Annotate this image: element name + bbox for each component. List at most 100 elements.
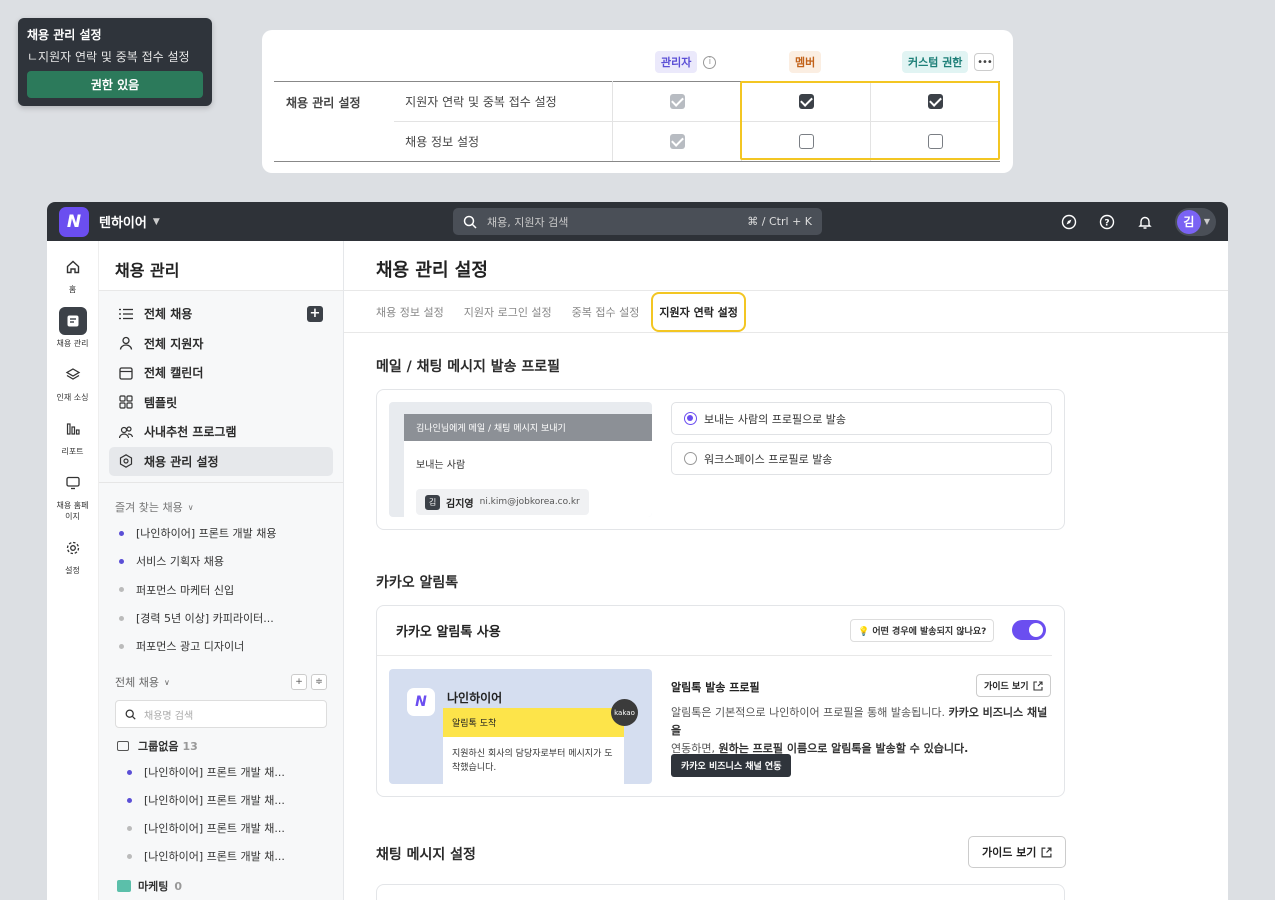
rail-item-homepage[interactable]: 채용 홈페이지 xyxy=(47,469,98,522)
chevron-down-icon: ▼ xyxy=(1203,217,1210,226)
topbar-actions: ? 김 ▼ xyxy=(1061,202,1216,241)
tab-bar: 채용 정보 설정 지원자 로그인 설정 중복 접수 설정 지원자 연락 설정 xyxy=(344,291,1228,333)
mail-preview: 김나인님에게 메일 / 채팅 메시지 보내기 보내는 사람 김 김지영 ni.k… xyxy=(389,402,652,517)
rail-item-sourcing[interactable]: 인재 소싱 xyxy=(47,361,98,403)
external-link-icon xyxy=(1032,680,1043,691)
tab-job-info[interactable]: 채용 정보 설정 xyxy=(376,304,444,320)
tooltip-subtitle: ㄴ지원자 연락 및 중복 접수 설정 xyxy=(27,50,190,64)
recruit-icon xyxy=(58,307,87,335)
left-rail: 홈 채용 관리 인재 소싱 리포트 채용 홈페이지 설정 xyxy=(47,241,99,900)
chevron-down-icon[interactable]: ▼ xyxy=(153,217,160,227)
all-jobs-header: 전체 채용 ∨ + ≑ xyxy=(99,672,343,692)
nav-templates[interactable]: 템플릿 xyxy=(109,388,333,418)
external-link-icon xyxy=(1041,846,1052,858)
kakao-toggle[interactable] xyxy=(1012,620,1046,640)
fav-label: 서비스 기획자 채용 xyxy=(136,555,224,569)
rail-label: 홈 xyxy=(68,285,77,294)
nav-recruit-settings[interactable]: 채용 관리 설정 xyxy=(109,446,333,476)
tab-applicant-login[interactable]: 지원자 로그인 설정 xyxy=(464,304,552,320)
kakao-channel-link-button[interactable]: 카카오 비즈니스 채널 연동 xyxy=(671,754,792,777)
global-search[interactable]: 채용, 지원자 검색 ⌘ / Ctrl + K xyxy=(453,208,822,235)
chevron-down-icon[interactable]: ∨ xyxy=(164,678,170,687)
rail-label: 설정 xyxy=(65,566,80,575)
list-item[interactable]: [경력 5년 이상] 카피라이터... xyxy=(99,604,343,632)
guide-button[interactable]: 가이드 보기 xyxy=(976,674,1051,697)
user-avatar[interactable]: 김 ▼ xyxy=(1174,207,1216,236)
radio-label: 워크스페이스 프로필로 발송 xyxy=(704,452,833,466)
list-item[interactable]: [나인하이어] 프론트 개발 채... xyxy=(99,842,343,870)
table-row: 채용 관리 설정 지원자 연락 및 중복 접수 설정 xyxy=(274,81,1000,162)
custom-checkbox[interactable] xyxy=(928,134,944,149)
app-logo[interactable]: N xyxy=(59,206,89,237)
row-label: 채용 정보 설정 xyxy=(394,121,613,162)
search-icon xyxy=(463,215,477,229)
custom-checkbox[interactable] xyxy=(928,94,944,109)
fav-label: [나인하이어] 프론트 개발 채용 xyxy=(136,527,277,541)
radio-workspace-profile[interactable]: 워크스페이스 프로필로 발송 xyxy=(671,442,1052,475)
list-item[interactable]: 서비스 기획자 채용 xyxy=(99,547,343,575)
group-no-group[interactable]: 그룹없음 13 xyxy=(99,734,343,758)
list-item[interactable]: [나인하이어] 프론트 개발 채... xyxy=(99,786,343,814)
more-options-button[interactable]: ••• xyxy=(974,53,995,71)
favorites-header[interactable]: 즐겨 찾는 채용 ∨ xyxy=(99,497,343,517)
nav-all-jobs[interactable]: 전체 채용 + xyxy=(109,299,333,329)
bell-icon[interactable] xyxy=(1137,214,1153,230)
item-label: [나인하이어] 프론트 개발 채... xyxy=(144,794,285,808)
add-folder-icon[interactable]: + xyxy=(291,674,307,691)
profile-description: 알림톡은 기본적으로 나인하이어 프로필을 통해 발송됩니다. 카카오 비즈니스… xyxy=(671,704,1051,758)
nav-label: 전체 채용 xyxy=(144,307,193,322)
svg-text:?: ? xyxy=(1104,218,1109,228)
compass-icon[interactable] xyxy=(1061,214,1077,230)
message-head: 알림톡 도착 xyxy=(443,708,624,737)
rail-item-report[interactable]: 리포트 xyxy=(47,415,98,457)
add-job-button[interactable]: + xyxy=(307,305,323,322)
section-title: 채팅 메시지 설정 xyxy=(376,847,476,863)
help-icon[interactable]: ? xyxy=(1099,214,1115,230)
desc-text: 알림톡은 기본적으로 나인하이어 프로필을 통해 발송됩니다. xyxy=(671,706,949,719)
chat-guide-button[interactable]: 가이드 보기 xyxy=(968,836,1067,868)
list-item[interactable]: [나인하이어] 프론트 개발 채... xyxy=(99,758,343,786)
rail-item-settings[interactable]: 설정 xyxy=(47,534,98,576)
list-icon xyxy=(119,307,133,321)
rail-item-home[interactable]: 홈 xyxy=(47,253,98,295)
list-item[interactable]: [나인하이어] 프론트 개발 채용 xyxy=(99,519,343,547)
workspace-name[interactable]: 텐하이어 xyxy=(99,212,147,231)
tab-duplicate[interactable]: 중복 접수 설정 xyxy=(572,304,640,320)
people-icon xyxy=(119,425,133,439)
filter-icon[interactable]: ≑ xyxy=(311,674,327,691)
why-not-sent-button[interactable]: 💡 어떤 경우에 발송되지 않나요? xyxy=(850,619,995,642)
divider xyxy=(99,482,343,483)
rail-label: 채용 관리 xyxy=(56,339,89,348)
nav-all-applicants[interactable]: 전체 지원자 xyxy=(109,329,333,359)
member-checkbox[interactable] xyxy=(798,134,814,149)
job-search-input[interactable]: 채용명 검색 xyxy=(115,700,327,729)
kakao-badge: kakao xyxy=(611,699,638,726)
item-label: [나인하이어] 프론트 개발 채... xyxy=(144,822,285,836)
list-item[interactable]: 퍼포먼스 마케터 신입 xyxy=(99,576,343,604)
all-jobs-label[interactable]: 전체 채용 xyxy=(115,674,159,690)
kakao-message: 알림톡 도착 지원하신 회사의 담당자로부터 메시지가 도착했습니다. xyxy=(443,708,624,784)
group-cell: 채용 관리 설정 xyxy=(274,81,395,162)
info-icon[interactable]: i xyxy=(703,55,717,69)
search-placeholder: 채용명 검색 xyxy=(144,710,194,722)
list-item[interactable]: 퍼포먼스 광고 디자이너 xyxy=(99,632,343,660)
group-marketing[interactable]: 마케팅 0 xyxy=(99,874,343,898)
tab-applicant-contact[interactable]: 지원자 연락 설정 xyxy=(651,291,746,332)
custom-header: 커스텀 권한 ••• xyxy=(902,50,995,74)
search-placeholder: 채용, 지원자 검색 xyxy=(487,215,569,229)
member-checkbox[interactable] xyxy=(798,94,814,109)
chart-icon xyxy=(59,415,87,443)
admin-header: 관리자 i xyxy=(655,50,717,74)
nav-label: 전체 지원자 xyxy=(144,336,204,351)
list-item[interactable]: [나인하이어] 프론트 개발 채... xyxy=(99,814,343,842)
rail-label: 리포트 xyxy=(61,447,84,456)
nav-calendar[interactable]: 전체 캘린더 xyxy=(109,358,333,388)
sender-name: 김지영 xyxy=(446,498,474,510)
sender-label: 보내는 사람 xyxy=(416,460,466,471)
rail-item-recruit[interactable]: 채용 관리 xyxy=(47,307,98,349)
radio-sender-profile[interactable]: 보내는 사람의 프로필으로 발송 xyxy=(671,402,1052,435)
nav-referral[interactable]: 사내추천 프로그램 xyxy=(109,417,333,447)
custom-chip: 커스텀 권한 xyxy=(902,51,969,73)
dot-icon xyxy=(119,615,124,621)
admin-checkbox xyxy=(669,94,685,109)
